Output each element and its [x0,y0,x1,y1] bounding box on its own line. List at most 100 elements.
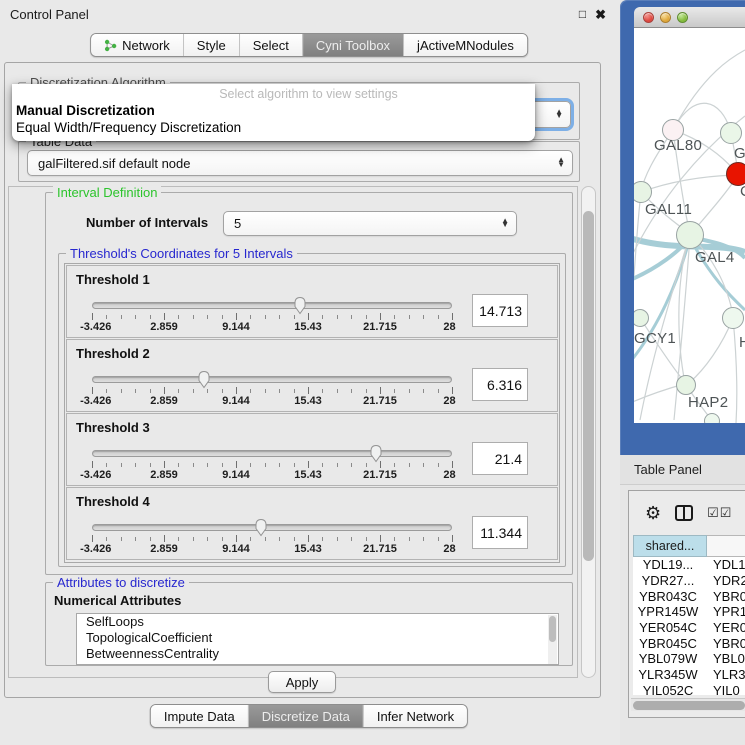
node-label: GCY1 [634,330,676,347]
node-label: GAL80 [654,137,702,154]
table-panel: ⚙ ☑☑ shared... na YDL19...YDL1YDR27...YD… [628,490,745,718]
gear-icon[interactable]: ⚙ [645,504,661,522]
app-root: Control Panel □ ✖ Network Style Select C… [0,0,745,745]
tab-label: Cyni Toolbox [316,38,390,53]
table-data-group: Table Data galFiltered.sif default node … [18,141,580,182]
table-horizontal-scrollbar[interactable] [631,698,745,711]
threshold-4-panel: Threshold 4 -3.4262.8599.14415.4321.7152… [66,487,558,560]
table-row[interactable]: YBR043CYBR0 [633,588,745,604]
threshold-2-value-field[interactable]: 6.316 [472,368,528,401]
node-label: C [740,183,745,200]
threshold-2-panel: Threshold 2 -3.4262.8599.14415.4321.7152… [66,339,558,412]
network-canvas[interactable]: GAL80GACGAL11GAL4GCY1HHAP2 [634,28,745,423]
list-item[interactable]: BetweennessCentrality [77,646,558,662]
table-rows: YDL19...YDL1YDR27...YDR2YBR043CYBR0YPR14… [633,557,745,695]
node-label: HAP2 [688,394,728,411]
table-row[interactable]: YPR145WYPR1 [633,604,745,620]
tab-cyni-toolbox[interactable]: Cyni Toolbox [303,34,404,56]
checkbox-icons[interactable]: ☑☑ [707,505,732,521]
table-header-row: shared... na [629,535,745,557]
num-intervals-label: Number of Intervals [86,215,208,230]
group-title: Threshold's Coordinates for 5 Intervals [66,246,297,261]
graph-node[interactable] [676,221,704,249]
threshold-label: Threshold 2 [76,346,150,361]
threshold-3-value-field[interactable]: 21.4 [472,442,528,475]
threshold-stack: Threshold 1 -3.4262.8599.14415.4321.7152… [64,263,560,563]
axis-tick-label: 2.859 [150,395,178,407]
split-panel-icon[interactable] [675,505,693,521]
network-window-titlebar[interactable] [634,7,745,28]
tab-infer-network[interactable]: Infer Network [364,705,467,727]
tab-style[interactable]: Style [184,34,240,56]
dropdown-item-manual-discretization[interactable]: Manual Discretization [12,102,535,119]
combo-stepper-icon: ▲▼ [555,110,563,120]
threshold-1-panel: Threshold 1 -3.4262.8599.14415.4321.7152… [66,265,558,338]
graph-node[interactable] [676,375,696,395]
threshold-1-value-field[interactable]: 14.713 [472,294,528,327]
table-row[interactable]: YLR345WYLR3 [633,667,745,683]
interval-definition-group: Interval Definition Number of Intervals … [45,192,573,575]
axis-tick-label: 21.715 [363,395,397,407]
tab-label: Impute Data [164,709,235,724]
threshold-3-panel: Threshold 3 -3.4262.8599.14415.4321.7152… [66,413,558,486]
tab-network[interactable]: Network [91,34,184,56]
graph-node[interactable] [720,122,742,144]
column-header-shared-name[interactable]: shared... [633,535,707,557]
combo-value: galFiltered.sif default node [38,156,190,171]
tab-jactivemnodules[interactable]: jActiveMNodules [404,34,527,56]
threshold-1-slider[interactable] [92,302,452,309]
tab-label: Discretize Data [262,709,350,724]
table-row[interactable]: YDL19...YDL1 [633,557,745,573]
minimize-traffic-light[interactable] [660,12,671,23]
tab-select[interactable]: Select [240,34,303,56]
close-traffic-light[interactable] [643,12,654,23]
dropdown-item-equal-width[interactable]: Equal Width/Frequency Discretization [12,119,535,136]
axis-tick-label: 21.715 [363,543,397,555]
graph-node[interactable] [722,307,744,329]
threshold-4-value-field[interactable]: 11.344 [472,516,528,549]
slider-ticks [92,535,452,543]
panel-vertical-scrollbar[interactable] [581,186,596,678]
graph-node[interactable] [704,413,720,423]
threshold-4-slider[interactable] [92,524,452,531]
tab-discretize-data[interactable]: Discretize Data [249,705,364,727]
axis-tick-label: 21.715 [363,469,397,481]
apply-button[interactable]: Apply [268,671,336,693]
tab-label: Style [197,38,226,53]
table-row[interactable]: YBL079WYBL0 [633,651,745,667]
scrollbar-thumb[interactable] [583,211,594,561]
dropdown-hint: Select algorithm to view settings [12,86,535,102]
axis-tick-label: 2.859 [150,469,178,481]
table-row[interactable]: YIL052CYIL0 [633,683,745,696]
table-row[interactable]: YBR045CYBR0 [633,635,745,651]
table-toolbar: ⚙ ☑☑ [629,491,745,535]
threshold-3-slider[interactable] [92,450,452,457]
table-row[interactable]: YER054CYER0 [633,620,745,636]
scrollbar-thumb[interactable] [633,701,745,710]
num-intervals-combobox[interactable]: 5 ▲▼ [223,211,517,236]
node-label: GAL11 [645,201,692,218]
axis-tick-label: 2.859 [150,321,178,333]
axis-tick-label: 9.144 [222,321,250,333]
float-window-icon[interactable]: □ [579,8,586,20]
attributes-group: Attributes to discretize Numerical Attri… [45,582,573,666]
axis-tick-label: 21.715 [363,321,397,333]
axis-tick-label: 15.43 [294,543,322,555]
table-data-combobox[interactable]: galFiltered.sif default node ▲▼ [27,150,573,176]
list-scrollbar[interactable] [548,615,557,665]
axis-tick-label: 9.144 [222,395,250,407]
close-panel-icon[interactable]: ✖ [595,8,606,21]
column-header-name[interactable]: na [707,535,745,557]
tab-impute-data[interactable]: Impute Data [151,705,249,727]
axis-tick-label: -3.426 [80,543,111,555]
list-item[interactable]: TopologicalCoefficient [77,630,558,646]
threshold-2-slider[interactable] [92,376,452,383]
attributes-list[interactable]: SelfLoops TopologicalCoefficient Between… [76,613,559,665]
zoom-traffic-light[interactable] [677,12,688,23]
table-row[interactable]: YDR27...YDR2 [633,573,745,589]
top-tab-bar: Network Style Select Cyni Toolbox jActiv… [90,33,528,57]
axis-tick-label: 15.43 [294,321,322,333]
node-label: GA [734,145,745,162]
axis-tick-label: 2.859 [150,543,178,555]
list-item[interactable]: SelfLoops [77,614,558,630]
